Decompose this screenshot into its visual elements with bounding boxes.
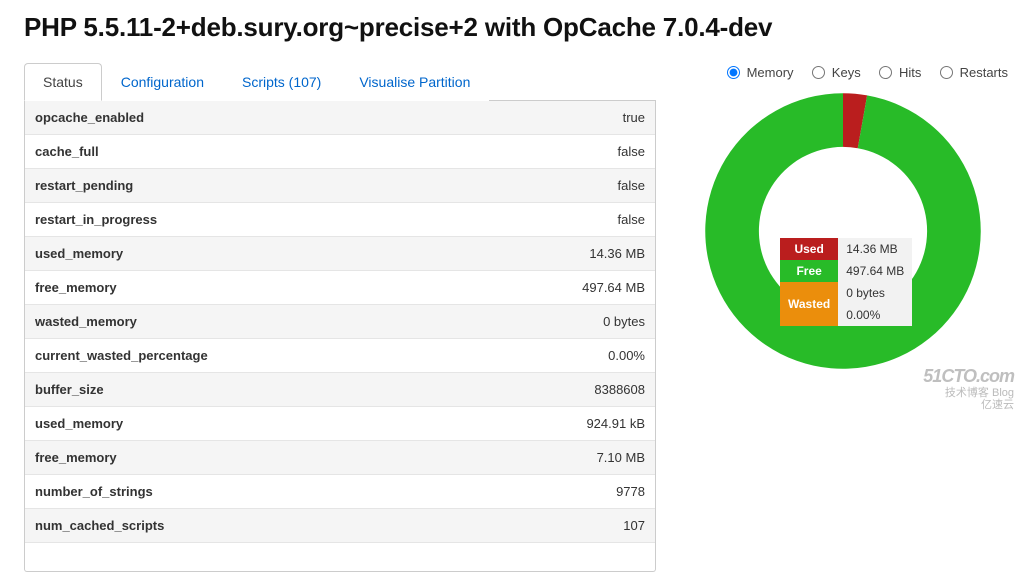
status-key: used_memory: [25, 407, 403, 441]
donut-slice-free: [705, 93, 981, 369]
status-value: 924.91 kB: [403, 407, 655, 441]
left-column: Status Configuration Scripts (107) Visua…: [24, 63, 656, 572]
radio-keys[interactable]: Keys: [807, 65, 861, 80]
legend-free-swatch: Free: [780, 260, 838, 282]
table-row: used_memory924.91 kB: [25, 407, 655, 441]
chart-switch: Memory Keys Hits Restarts: [678, 63, 1008, 80]
status-key: number_of_strings: [25, 475, 403, 509]
status-value: 9778: [403, 475, 655, 509]
radio-restarts[interactable]: Restarts: [935, 65, 1008, 80]
status-key: wasted_memory: [25, 305, 403, 339]
tab-configuration[interactable]: Configuration: [102, 63, 223, 101]
legend-wasted-extra: 0.00%: [838, 304, 912, 326]
table-row: free_memory497.64 MB: [25, 271, 655, 305]
legend-used-swatch: Used: [780, 238, 838, 260]
table-row: free_memory7.10 MB: [25, 441, 655, 475]
radio-hits-label: Hits: [899, 65, 921, 80]
radio-keys-input[interactable]: [812, 66, 825, 79]
table-row: restart_in_progressfalse: [25, 203, 655, 237]
status-key: current_wasted_percentage: [25, 339, 403, 373]
status-pane[interactable]: opcache_enabledtruecache_fullfalserestar…: [24, 101, 656, 572]
chart-legend: Used 14.36 MB Free 497.64 MB Wasted 0 by…: [780, 238, 912, 326]
radio-hits-input[interactable]: [879, 66, 892, 79]
table-row: restart_pendingfalse: [25, 169, 655, 203]
status-key: cache_full: [25, 135, 403, 169]
radio-restarts-input[interactable]: [940, 66, 953, 79]
status-key: restart_in_progress: [25, 203, 403, 237]
status-table: opcache_enabledtruecache_fullfalserestar…: [25, 101, 655, 543]
legend-free-value: 497.64 MB: [838, 260, 912, 282]
status-value: 0 bytes: [403, 305, 655, 339]
right-column: Memory Keys Hits Restarts Used 14.36 MB …: [678, 63, 1008, 376]
status-key: free_memory: [25, 441, 403, 475]
tab-visualise-partition[interactable]: Visualise Partition: [340, 63, 489, 101]
radio-memory[interactable]: Memory: [722, 65, 794, 80]
table-row: current_wasted_percentage0.00%: [25, 339, 655, 373]
table-row: buffer_size8388608: [25, 373, 655, 407]
table-row: cache_fullfalse: [25, 135, 655, 169]
legend-wasted-bytes: Wasted 0 bytes: [780, 282, 912, 304]
radio-memory-input[interactable]: [727, 66, 740, 79]
status-value: 8388608: [403, 373, 655, 407]
status-value: false: [403, 135, 655, 169]
status-key: num_cached_scripts: [25, 509, 403, 543]
tab-status[interactable]: Status: [24, 63, 102, 101]
legend-wasted-value: 0 bytes: [838, 282, 912, 304]
memory-donut-chart: [698, 86, 988, 376]
status-key: buffer_size: [25, 373, 403, 407]
legend-free: Free 497.64 MB: [780, 260, 912, 282]
watermark-tagline: 技术博客 Blog: [945, 387, 1014, 399]
status-value: 107: [403, 509, 655, 543]
radio-hits[interactable]: Hits: [874, 65, 921, 80]
status-value: 14.36 MB: [403, 237, 655, 271]
status-value: false: [403, 203, 655, 237]
status-key: used_memory: [25, 237, 403, 271]
table-row: used_memory14.36 MB: [25, 237, 655, 271]
radio-restarts-label: Restarts: [960, 65, 1008, 80]
table-row: number_of_strings9778: [25, 475, 655, 509]
legend-used-value: 14.36 MB: [838, 238, 912, 260]
status-value: false: [403, 169, 655, 203]
status-value: 497.64 MB: [403, 271, 655, 305]
legend-used: Used 14.36 MB: [780, 238, 912, 260]
radio-keys-label: Keys: [832, 65, 861, 80]
page-title: PHP 5.5.11-2+deb.sury.org~precise+2 with…: [24, 12, 1011, 43]
table-row: wasted_memory0 bytes: [25, 305, 655, 339]
radio-memory-label: Memory: [747, 65, 794, 80]
status-key: restart_pending: [25, 169, 403, 203]
tabs: Status Configuration Scripts (107) Visua…: [24, 63, 656, 101]
status-value: true: [403, 101, 655, 135]
watermark-sub: 亿速云: [981, 399, 1014, 411]
table-row: num_cached_scripts107: [25, 509, 655, 543]
tab-scripts[interactable]: Scripts (107): [223, 63, 340, 101]
legend-wasted-swatch: Wasted: [780, 282, 838, 326]
status-key: opcache_enabled: [25, 101, 403, 135]
table-row: opcache_enabledtrue: [25, 101, 655, 135]
status-value: 0.00%: [403, 339, 655, 373]
status-key: free_memory: [25, 271, 403, 305]
status-value: 7.10 MB: [403, 441, 655, 475]
